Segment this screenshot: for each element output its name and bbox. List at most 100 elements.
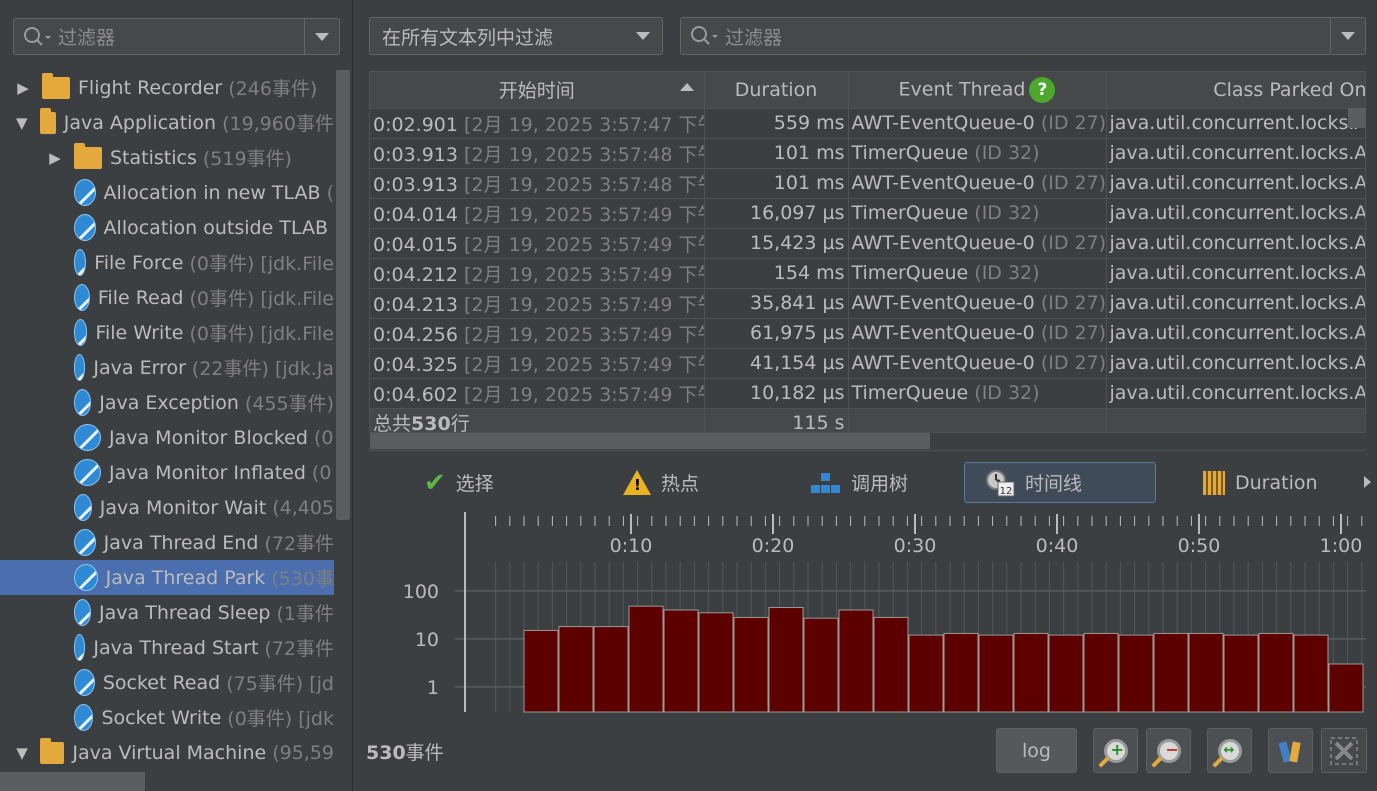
histogram-bar[interactable]	[1153, 632, 1189, 713]
tree-event-row[interactable]: Allocation in new TLAB(	[0, 175, 334, 210]
tree-event-row[interactable]: Java Thread Start (72事件	[0, 630, 334, 665]
table-row[interactable]: 0:04.602 [2月 19, 2025 3:57:49 下午] 10,182 …	[370, 378, 1365, 409]
event-type-tree[interactable]: ▶ Flight Recorder (246事件) ▼ Java Application…	[0, 70, 334, 770]
column-header-duration[interactable]: Duration	[704, 72, 849, 109]
histogram-bar[interactable]	[908, 634, 944, 713]
histogram-bar[interactable]	[1048, 634, 1084, 713]
expand-arrow-right-icon[interactable]: ▶	[16, 79, 30, 97]
expand-arrow-down-icon[interactable]: ▼	[16, 744, 28, 762]
table-row[interactable]: 0:03.913 [2月 19, 2025 3:57:48 下午] 101 ms T…	[370, 138, 1365, 169]
cell-class-parked-on: java.util.concurrent.locks.A	[1106, 348, 1365, 379]
sort-ascending-icon	[679, 83, 694, 91]
column-filter-select[interactable]: 在所有文本列中过滤	[369, 17, 663, 55]
tab-selection[interactable]: ✔ 选择	[424, 462, 494, 503]
column-header-event-thread[interactable]: Event Thread?	[848, 72, 1107, 109]
histogram-bar[interactable]	[873, 616, 909, 713]
histogram-bar[interactable]	[593, 626, 629, 713]
zoom-out-icon: −	[1156, 738, 1181, 763]
timeline-histogram[interactable]: 0:10 0:20 0:30 0:40 0:50 1:00 100 10 1	[369, 512, 1369, 717]
table-row[interactable]: 0:04.325 [2月 19, 2025 3:57:49 下午] 41,154 …	[370, 348, 1365, 379]
cell-duration: 559 ms	[704, 108, 849, 139]
expand-arrow-right-icon[interactable]: ▶	[48, 149, 62, 167]
tabs-overflow-arrow-icon[interactable]	[1364, 476, 1371, 488]
table-row[interactable]: 0:04.256 [2月 19, 2025 3:57:49 下午] 61,975 …	[370, 318, 1365, 349]
tree-event-row[interactable]: Java Monitor Wait (4,405	[0, 490, 334, 525]
histogram-bar[interactable]	[978, 634, 1014, 713]
histogram-bar[interactable]	[628, 605, 664, 713]
clear-selection-button[interactable]	[1321, 728, 1367, 773]
cell-date: [2月 19, 2025 3:57:49 下午]	[464, 263, 704, 286]
tree-filter-dropdown-button[interactable]	[304, 19, 339, 54]
tree-event-row[interactable]: Java Thread End (72事件	[0, 525, 334, 560]
table-filter-input[interactable]: 过滤器	[680, 17, 1366, 55]
histogram-bar[interactable]	[523, 629, 559, 713]
zoom-in-button[interactable]: +	[1093, 728, 1138, 773]
column-header-start-time[interactable]: 开始时间	[370, 72, 705, 109]
tree-event-row[interactable]: Java Monitor Blocked (0	[0, 420, 334, 455]
tree-vertical-scrollbar[interactable]	[334, 70, 352, 770]
tree-scroll-thumb[interactable]	[336, 70, 350, 520]
histogram-bar[interactable]	[838, 609, 874, 713]
zoom-out-button[interactable]: −	[1146, 728, 1191, 773]
tree-event-row[interactable]: Java Thread Sleep (1事件	[0, 595, 334, 630]
table-row[interactable]: 0:04.015 [2月 19, 2025 3:57:49 下午] 15,423 …	[370, 228, 1365, 259]
table-row[interactable]: 0:04.213 [2月 19, 2025 3:57:49 下午] 35,841 …	[370, 288, 1365, 319]
cell-start-time: 0:04.325 [2月 19, 2025 3:57:49 下午]	[370, 348, 705, 379]
column-header-class-parked-on[interactable]: Class Parked On	[1106, 72, 1365, 109]
histogram-bar[interactable]	[1013, 632, 1049, 713]
tree-event-row[interactable]: Java Monitor Inflated (0	[0, 455, 334, 490]
histogram-bar[interactable]	[1223, 634, 1259, 713]
histogram-bar[interactable]	[768, 607, 804, 713]
table-row[interactable]: 0:04.014 [2月 19, 2025 3:57:49 下午] 16,097 …	[370, 198, 1365, 229]
x-tick-label: 0:40	[1036, 535, 1079, 557]
tree-filter-input[interactable]: 过滤器	[13, 18, 340, 55]
table-horizontal-scroll-thumb[interactable]	[370, 433, 930, 449]
histogram-bar[interactable]	[803, 617, 839, 713]
tree-folder-row[interactable]: ▶ Statistics (519事件)	[0, 140, 334, 175]
event-type-icon	[74, 319, 88, 346]
tree-event-row[interactable]: File Force (0事件) [jdk.File	[0, 245, 334, 280]
table-filter-dropdown-button[interactable]	[1330, 18, 1365, 53]
tab-timeline[interactable]: 12 时间线	[964, 462, 1156, 503]
tree-folder-row[interactable]: ▼ Java Application (19,960事件	[0, 105, 334, 140]
histogram-bar[interactable]	[1258, 632, 1294, 713]
histogram-bar[interactable]	[663, 609, 699, 713]
tree-event-row[interactable]: File Read (0事件) [jdk.File	[0, 280, 334, 315]
tree-item-label: Java Application	[63, 111, 217, 134]
log-scale-toggle[interactable]: log	[996, 728, 1077, 773]
tree-event-row[interactable]: Java Exception (455事件)	[0, 385, 334, 420]
column-filter-selected: 在所有文本列中过滤	[382, 26, 554, 49]
tree-event-row[interactable]: Socket Write (0事件) [jdk	[0, 700, 334, 735]
histogram-bar[interactable]	[943, 632, 979, 713]
tab-hotspots[interactable]: ! 热点	[623, 462, 699, 503]
tree-horizontal-scroll-thumb[interactable]	[0, 772, 145, 791]
tree-folder-row[interactable]: ▶ Flight Recorder (246事件)	[0, 70, 334, 105]
histogram-bar[interactable]	[698, 612, 734, 713]
tree-item-count: (72事件	[264, 638, 334, 660]
tab-call-tree[interactable]: 调用树	[811, 462, 908, 503]
histogram-bar[interactable]	[1328, 663, 1364, 713]
tree-event-row[interactable]: Java Error (22事件) [jdk.Ja	[0, 350, 334, 385]
tree-event-row[interactable]: Allocation outside TLAB	[0, 210, 334, 245]
histogram-bar[interactable]	[558, 626, 594, 713]
tree-event-row[interactable]: File Write (0事件) [jdk.File	[0, 315, 334, 350]
tree-event-row[interactable]: Socket Read (75事件) [jd	[0, 665, 334, 700]
histogram-bar[interactable]	[733, 616, 769, 713]
tree-folder-row[interactable]: ▼ Java Virtual Machine (95,59	[0, 735, 334, 770]
table-row[interactable]: 0:03.913 [2月 19, 2025 3:57:48 下午] 101 ms A…	[370, 168, 1365, 199]
table-vertical-scroll-thumb[interactable]	[1348, 108, 1366, 128]
zoom-fit-button[interactable]: ↔	[1207, 728, 1252, 773]
expand-arrow-down-icon[interactable]: ▼	[16, 114, 28, 132]
table-row[interactable]: 0:04.212 [2月 19, 2025 3:57:49 下午] 154 ms T…	[370, 258, 1365, 289]
tab-label: 选择	[455, 473, 494, 495]
histogram-bar[interactable]	[1118, 634, 1154, 713]
tree-event-row[interactable]: Java Thread Park (530事	[0, 560, 334, 595]
tree-item-count: (	[326, 181, 334, 204]
histogram-bar[interactable]	[1188, 632, 1224, 713]
tab-duration[interactable]: Duration	[1203, 462, 1318, 503]
help-icon[interactable]: ?	[1029, 76, 1056, 103]
histogram-bar[interactable]	[1293, 634, 1329, 713]
table-row[interactable]: 0:02.901 [2月 19, 2025 3:57:47 下午] 559 ms A…	[370, 108, 1365, 139]
histogram-bar[interactable]	[1083, 632, 1119, 713]
select-range-button[interactable]	[1268, 728, 1313, 773]
